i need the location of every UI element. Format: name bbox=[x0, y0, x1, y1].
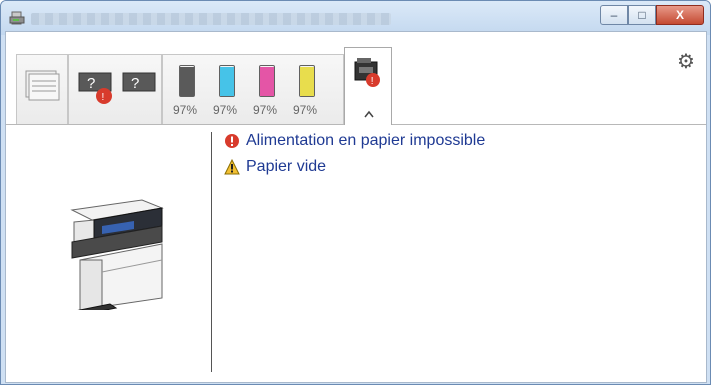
message-paper-feed-error[interactable]: Alimentation en papier impossible bbox=[224, 132, 485, 150]
toner-yellow-fill bbox=[300, 66, 314, 96]
svg-text:?: ? bbox=[131, 75, 139, 92]
toner-cyan-level: 97% bbox=[213, 103, 238, 117]
toner-cyan bbox=[219, 65, 235, 97]
tab-printer-status[interactable]: ? ? ! bbox=[68, 54, 162, 124]
message-text[interactable]: Papier vide bbox=[246, 158, 326, 176]
svg-text:!: ! bbox=[371, 76, 374, 87]
maximize-button[interactable]: □ bbox=[628, 5, 656, 25]
toner-magenta-fill bbox=[260, 66, 274, 96]
message-text[interactable]: Alimentation en papier impossible bbox=[246, 132, 485, 150]
warning-icon bbox=[224, 159, 240, 175]
client-area: ? ? ! 97% 97% 97% 97% ! ⚙ Alimentation e… bbox=[5, 31, 707, 383]
svg-text:?: ? bbox=[87, 75, 95, 92]
printer-image bbox=[70, 199, 164, 310]
tab-toner[interactable]: 97% 97% 97% 97% bbox=[162, 54, 344, 124]
minimize-button[interactable]: – bbox=[600, 5, 628, 25]
status-toolbar: ? ? ! 97% 97% 97% 97% ! ⚙ bbox=[6, 32, 706, 125]
toner-magenta bbox=[259, 65, 275, 97]
toner-magenta-level: 97% bbox=[253, 103, 278, 117]
title-bar[interactable]: – □ X bbox=[1, 1, 710, 35]
collapse-arrow-icon[interactable] bbox=[364, 110, 374, 118]
question-icons: ? ? ! bbox=[78, 72, 156, 104]
toner-black bbox=[179, 65, 195, 97]
status-window: – □ X ? ? ! 97% 97% 97% 97% ! ⚙ Alimenta… bbox=[0, 0, 711, 385]
toner-black-fill bbox=[180, 66, 194, 96]
svg-text:!: ! bbox=[102, 92, 105, 103]
app-icon bbox=[9, 11, 25, 25]
toner-yellow-level: 97% bbox=[293, 103, 318, 117]
close-button[interactable]: X bbox=[656, 5, 704, 25]
device-error-icon: ! bbox=[354, 58, 380, 87]
tab-pages[interactable] bbox=[16, 54, 68, 124]
toner-cyan-fill bbox=[220, 66, 234, 96]
window-title bbox=[31, 13, 391, 25]
message-paper-empty[interactable]: Papier vide bbox=[224, 158, 326, 176]
error-icon bbox=[225, 134, 239, 148]
pages-icon bbox=[25, 70, 60, 101]
gear-icon[interactable]: ⚙ bbox=[676, 52, 696, 72]
toner-yellow bbox=[299, 65, 315, 97]
panel-divider bbox=[211, 132, 212, 372]
tab-device-status[interactable]: ! bbox=[344, 47, 392, 125]
toner-black-level: 97% bbox=[173, 103, 198, 117]
